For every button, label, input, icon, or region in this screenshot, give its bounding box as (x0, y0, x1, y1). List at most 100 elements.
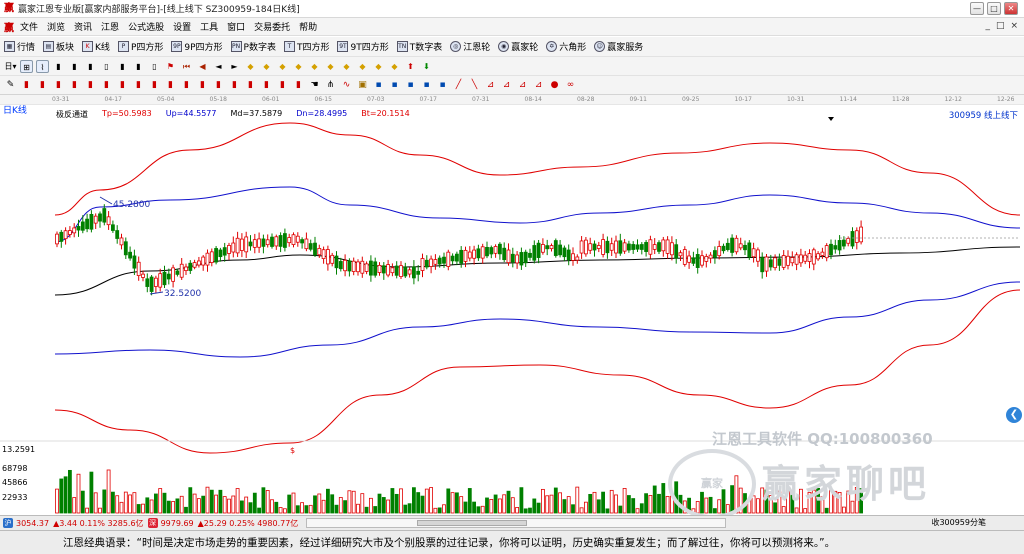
p-square-button[interactable]: P P四方形 (117, 40, 163, 53)
close-button[interactable]: ✕ (1004, 2, 1018, 15)
quotes-button[interactable]: ▦ 行情 (4, 40, 35, 53)
sectors-button[interactable]: ▤ 板块 (43, 40, 74, 53)
volume-bar (119, 501, 124, 514)
9p-square-button[interactable]: 9P 9P四方形 (171, 40, 223, 53)
winner-wheel-button[interactable]: ◉ 赢家轮 (498, 40, 538, 53)
maximize-button[interactable]: □ (987, 2, 1001, 15)
candles-icon[interactable]: ▮ (132, 60, 145, 73)
chart-tool-icon[interactable]: ⊿ (516, 79, 529, 92)
mdi-close-button[interactable]: × (1010, 21, 1018, 31)
bars-icon[interactable]: ▮ (132, 79, 145, 92)
bars-icon[interactable]: ▮ (180, 79, 193, 92)
hand-icon[interactable]: ☚ (308, 79, 321, 92)
line-chart-icon[interactable]: ⌇ (36, 59, 49, 73)
bars-icon[interactable]: ▮ (148, 79, 161, 92)
menu-formula[interactable]: 公式选股 (128, 20, 164, 33)
diamond-icon[interactable]: ◆ (324, 60, 337, 73)
candles-icon[interactable]: ▯ (100, 60, 113, 73)
bars-icon[interactable]: ▮ (100, 79, 113, 92)
candles-icon[interactable]: ▮ (68, 60, 81, 73)
mdi-restore-button[interactable]: □ (996, 21, 1005, 31)
diamond-icon[interactable]: ◆ (340, 60, 353, 73)
chart-tool-icon[interactable]: ⊿ (484, 79, 497, 92)
bars-icon[interactable]: ▮ (276, 79, 289, 92)
right-icon[interactable]: ► (228, 60, 241, 73)
volume-axis-label: 13.2591 (2, 445, 36, 454)
left-icon[interactable]: ◄ (212, 60, 225, 73)
date-icon[interactable]: 日▾ (4, 60, 17, 73)
pencil-icon[interactable]: ✎ (4, 79, 17, 92)
infinity-icon[interactable]: ∞ (564, 79, 577, 92)
diamond-icon[interactable]: ◆ (276, 60, 289, 73)
disk-icon[interactable]: ▪ (420, 79, 433, 92)
menu-settings[interactable]: 设置 (173, 20, 191, 33)
bars-icon[interactable]: ▮ (244, 79, 257, 92)
arrow-down-icon[interactable]: ⬇ (420, 60, 433, 73)
diamond-icon[interactable]: ◆ (292, 60, 305, 73)
bars-icon[interactable]: ▮ (196, 79, 209, 92)
kline-chart[interactable]: 45.2800 32.5200 $ 03-31 04-17 05-04 05-18 06-0… (0, 95, 1024, 519)
menu-file[interactable]: 文件 (20, 20, 38, 33)
bars-icon[interactable]: ▮ (292, 79, 305, 92)
diamond-icon[interactable]: ◆ (372, 60, 385, 73)
volume-bar (308, 504, 313, 514)
t-number-button[interactable]: TN T数字表 (396, 40, 442, 53)
chart-tool-icon[interactable]: ⊿ (532, 79, 545, 92)
bars-icon[interactable]: ▮ (260, 79, 273, 92)
image-icon[interactable]: ▣ (356, 79, 369, 92)
disk-icon[interactable]: ▪ (404, 79, 417, 92)
menu-tools[interactable]: 工具 (200, 20, 218, 33)
candles-icon[interactable]: ▮ (116, 60, 129, 73)
pitchfork-icon[interactable]: ⋔ (324, 79, 337, 92)
disk-icon[interactable]: ▪ (436, 79, 449, 92)
disk-icon[interactable]: ▪ (388, 79, 401, 92)
mdi-minimize-button[interactable]: _ (985, 21, 990, 31)
p-number-button[interactable]: PN P数字表 (230, 40, 276, 53)
9t-square-button[interactable]: 9T 9T四方形 (337, 40, 389, 53)
winner-service-button[interactable]: ☺ 赢家服务 (594, 40, 643, 53)
first-icon[interactable]: ⏮ (180, 60, 193, 73)
disk-icon[interactable]: ▪ (372, 79, 385, 92)
t-square-button[interactable]: T T四方形 (283, 40, 329, 53)
candles-icon[interactable]: ▯ (148, 60, 161, 73)
bars-icon[interactable]: ▮ (116, 79, 129, 92)
arrow-up-icon[interactable]: ⬆ (404, 60, 417, 73)
menu-help[interactable]: 帮助 (299, 20, 317, 33)
hexagon-button[interactable]: ✡ 六角形 (546, 40, 586, 53)
bars-icon[interactable]: ▮ (68, 79, 81, 92)
kline-button[interactable]: K K线 (82, 40, 110, 53)
bars-icon[interactable]: ▮ (36, 79, 49, 92)
calc-icon[interactable]: ⊞ (20, 59, 33, 73)
menu-browse[interactable]: 浏览 (47, 20, 65, 33)
menu-trade[interactable]: 交易委托 (254, 20, 290, 33)
line-tool-icon[interactable]: ╲ (468, 79, 481, 92)
horizontal-scrollbar[interactable] (306, 518, 727, 528)
bars-icon[interactable]: ▮ (20, 79, 33, 92)
scrollbar-thumb[interactable] (417, 520, 528, 526)
bars-icon[interactable]: ▮ (164, 79, 177, 92)
diamond-icon[interactable]: ◆ (388, 60, 401, 73)
diamond-icon[interactable]: ◆ (356, 60, 369, 73)
diamond-icon[interactable]: ◆ (308, 60, 321, 73)
side-expand-button[interactable]: ❮ (1006, 407, 1022, 423)
chart-tool-icon[interactable]: ⊿ (500, 79, 513, 92)
flag-icon[interactable]: ⚑ (164, 60, 177, 73)
diamond-icon[interactable]: ◆ (260, 60, 273, 73)
wave-icon[interactable]: ∿ (340, 79, 353, 92)
bars-icon[interactable]: ▮ (84, 79, 97, 92)
minimize-button[interactable]: — (970, 2, 984, 15)
bars-icon[interactable]: ▮ (228, 79, 241, 92)
candles-icon[interactable]: ▮ (84, 60, 97, 73)
diamond-icon[interactable]: ◆ (244, 60, 257, 73)
bars-icon[interactable]: ▮ (212, 79, 225, 92)
menu-gann[interactable]: 江恩 (101, 20, 119, 33)
color-wheel-icon[interactable]: ● (548, 79, 561, 92)
bars-icon[interactable]: ▮ (52, 79, 65, 92)
gann-wheel-button[interactable]: ◎ 江恩轮 (450, 40, 490, 53)
menu-info[interactable]: 资讯 (74, 20, 92, 33)
candles-icon[interactable]: ▮ (52, 60, 65, 73)
prev-icon[interactable]: ◀ (196, 60, 209, 73)
menu-window[interactable]: 窗口 (227, 20, 245, 33)
volume-bar (756, 498, 760, 514)
line-tool-icon[interactable]: ╱ (452, 79, 465, 92)
